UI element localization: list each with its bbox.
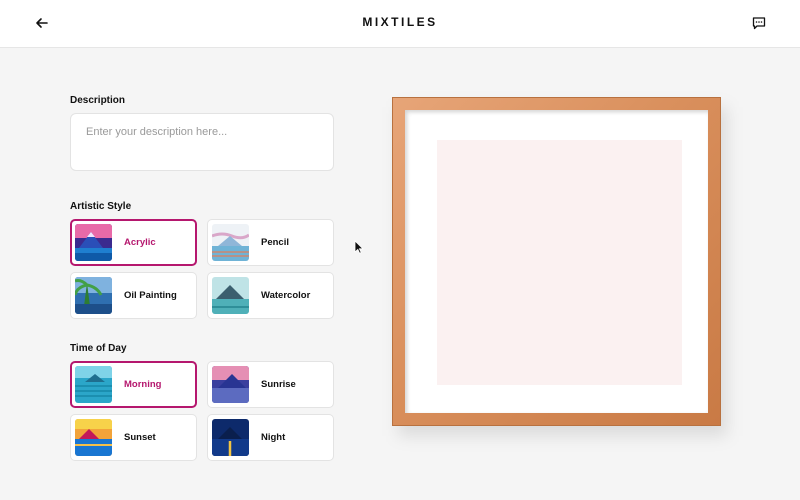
description-input[interactable] [70, 113, 334, 171]
night-thumbnail [212, 419, 249, 456]
oil-painting-thumbnail [75, 277, 112, 314]
style-option-label: Watercolor [261, 290, 311, 301]
frame-mat [405, 110, 708, 413]
time-option-label: Night [261, 432, 286, 443]
chat-button[interactable] [751, 15, 767, 31]
sunset-thumbnail [75, 419, 112, 456]
watercolor-thumbnail [212, 277, 249, 314]
sunrise-thumbnail [212, 366, 249, 403]
description-label: Description [70, 95, 126, 106]
time-option-morning[interactable]: Morning [70, 361, 197, 408]
time-option-sunset[interactable]: Sunset [70, 414, 197, 461]
artwork-placeholder [437, 140, 682, 385]
time-option-label: Sunrise [261, 379, 296, 390]
time-option-label: Sunset [124, 432, 156, 443]
time-of-day-label: Time of Day [70, 343, 127, 354]
brand-logo: MIXTILES [362, 15, 438, 29]
top-bar: MIXTILES [0, 0, 800, 48]
morning-thumbnail [75, 366, 112, 403]
artistic-style-label: Artistic Style [70, 201, 132, 212]
time-option-sunrise[interactable]: Sunrise [207, 361, 334, 408]
style-option-watercolor[interactable]: Watercolor [207, 272, 334, 319]
chat-icon [752, 17, 766, 30]
style-option-label: Oil Painting [124, 290, 177, 301]
style-option-oil-painting[interactable]: Oil Painting [70, 272, 197, 319]
style-option-label: Acrylic [124, 237, 156, 248]
time-option-night[interactable]: Night [207, 414, 334, 461]
style-option-pencil[interactable]: Pencil [207, 219, 334, 266]
pencil-thumbnail [212, 224, 249, 261]
frame-preview [392, 97, 727, 436]
style-option-acrylic[interactable]: Acrylic [70, 219, 197, 266]
style-option-label: Pencil [261, 237, 289, 248]
time-option-label: Morning [124, 379, 162, 390]
mouse-cursor-icon [354, 240, 364, 254]
wooden-frame [392, 97, 721, 426]
acrylic-thumbnail [75, 224, 112, 261]
